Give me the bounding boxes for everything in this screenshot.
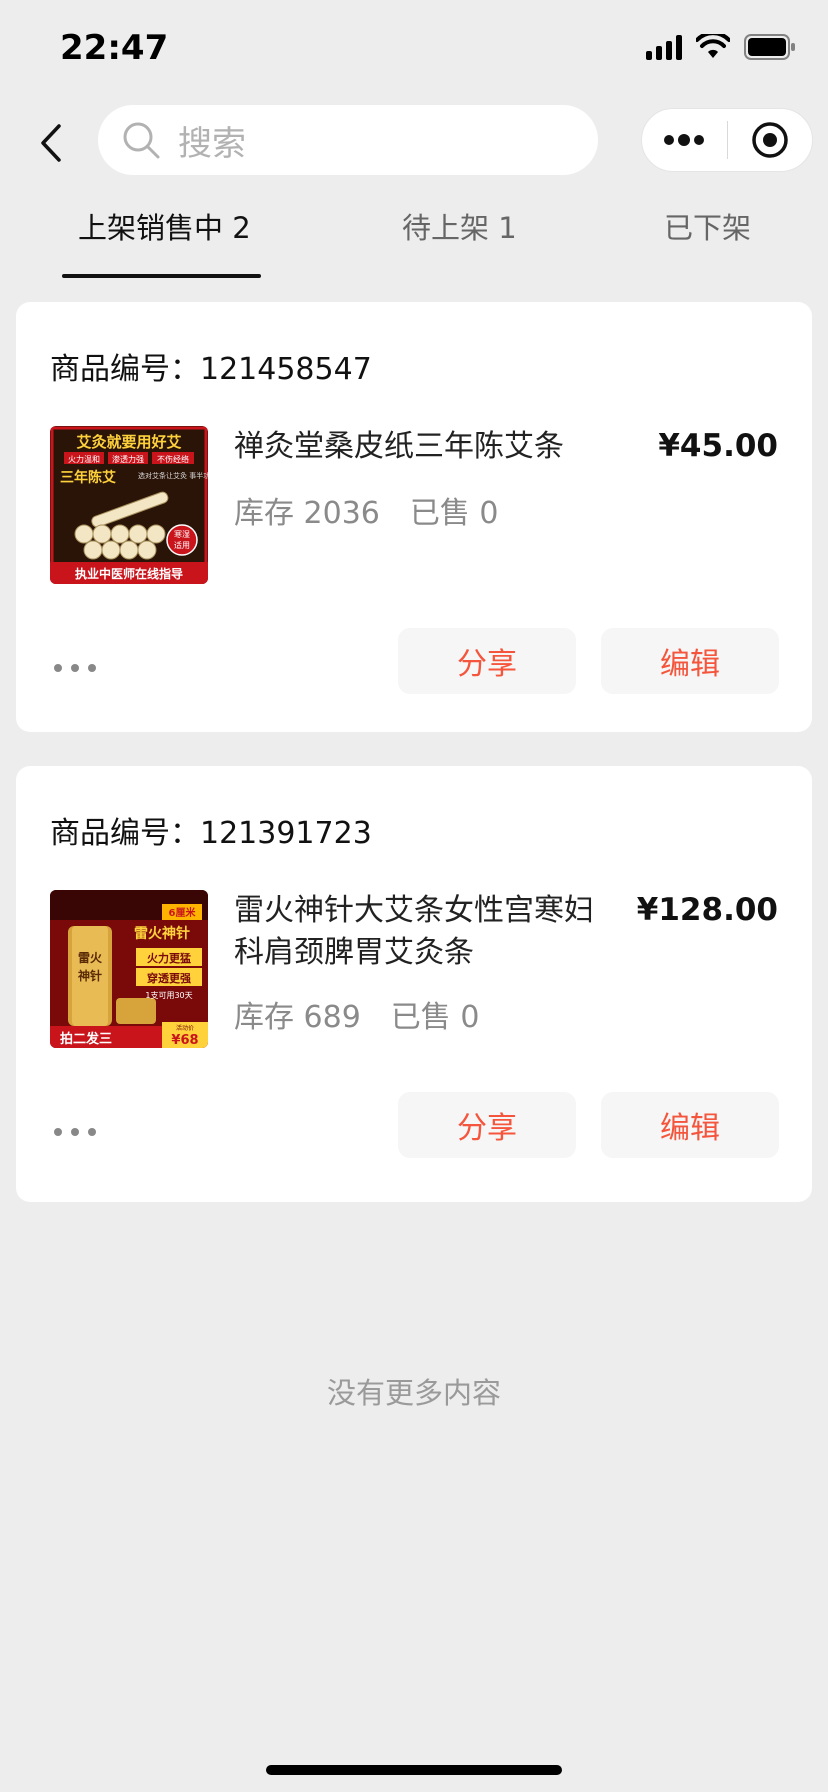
product-price: ¥45.00 (658, 428, 778, 464)
svg-text:寒湿: 寒湿 (174, 529, 190, 539)
edit-button[interactable]: 编辑 (601, 1092, 779, 1158)
cellular-signal-icon (646, 34, 682, 60)
product-id: 商品编号：121391723 (50, 816, 372, 851)
product-image: 6厘米 雷火 神针 雷火神针 火力更猛 穿透更强 1支可用30天 拍二发三 活动… (50, 890, 208, 1048)
svg-text:三年陈艾: 三年陈艾 (60, 469, 116, 486)
page: 22:47 搜索 上架销售中 2 待上架 1 已下架 商品编号：12145854… (0, 0, 828, 1792)
svg-text:¥68: ¥68 (171, 1033, 198, 1048)
active-tab-indicator (62, 274, 261, 278)
chevron-left-icon (41, 124, 61, 162)
product-id: 商品编号：121458547 (50, 352, 372, 387)
home-indicator (266, 1765, 562, 1775)
close-mini-program-button[interactable] (728, 108, 813, 172)
product-stats: 库存 2036 已售 0 (234, 488, 499, 532)
status-bar: 22:47 (0, 0, 828, 100)
stock-count: 库存 2036 (234, 496, 380, 531)
svg-text:渗透力强: 渗透力强 (112, 454, 144, 464)
battery-icon (744, 34, 795, 60)
tab-pending[interactable]: 待上架 1 (402, 205, 517, 247)
no-more-content-text: 没有更多内容 (326, 1376, 501, 1410)
nav-bar: 搜索 (0, 100, 828, 188)
svg-text:活动价: 活动价 (176, 1024, 194, 1032)
share-button[interactable]: 分享 (398, 628, 576, 694)
mini-program-capsule (641, 108, 813, 172)
product-image: 艾灸就要用好艾 火力温和 渗透力强 不伤经络 三年陈艾 选对艾条让艾灸 事半功倍… (50, 426, 208, 584)
product-price: ¥128.00 (636, 892, 778, 928)
search-placeholder: 搜索 (178, 123, 246, 164)
svg-text:拍二发三: 拍二发三 (60, 1031, 112, 1047)
back-button[interactable] (26, 118, 76, 168)
wifi-icon (696, 34, 730, 58)
svg-text:火力温和: 火力温和 (68, 454, 100, 464)
product-card: 商品编号：121458547 艾灸就要用好艾 火力温和 渗透力强 不伤经络 三年… (16, 302, 812, 732)
svg-text:火力更猛: 火力更猛 (147, 951, 191, 965)
svg-text:雷火神针: 雷火神针 (134, 925, 190, 942)
product-thumbnail[interactable]: 艾灸就要用好艾 火力温和 渗透力强 不伤经络 三年陈艾 选对艾条让艾灸 事半功倍… (50, 426, 208, 584)
share-button[interactable]: 分享 (398, 1092, 576, 1158)
svg-text:不伤经络: 不伤经络 (157, 454, 189, 464)
svg-text:选对艾条让艾灸 事半功倍: 选对艾条让艾灸 事半功倍 (138, 471, 208, 480)
more-menu-button[interactable] (642, 108, 727, 172)
edit-button[interactable]: 编辑 (601, 628, 779, 694)
more-options-button[interactable] (54, 1128, 96, 1136)
search-icon (123, 122, 160, 159)
search-input[interactable]: 搜索 (98, 105, 598, 175)
product-stats: 库存 689 已售 0 (234, 992, 479, 1036)
sold-count: 已售 0 (390, 1000, 480, 1035)
product-thumbnail[interactable]: 6厘米 雷火 神针 雷火神针 火力更猛 穿透更强 1支可用30天 拍二发三 活动… (50, 890, 208, 1048)
product-title[interactable]: 禅灸堂桑皮纸三年陈艾条 (234, 426, 604, 468)
status-tabs: 上架销售中 2 待上架 1 已下架 (0, 190, 828, 280)
svg-text:适用: 适用 (174, 540, 190, 550)
product-card: 商品编号：121391723 6厘米 雷火 神针 雷火神针 火力更猛 穿透更强 … (16, 766, 812, 1202)
svg-text:雷火: 雷火 (78, 951, 103, 965)
more-dots-icon (664, 134, 705, 146)
svg-text:艾灸就要用好艾: 艾灸就要用好艾 (76, 433, 181, 451)
status-time: 22:47 (60, 28, 169, 68)
svg-text:神针: 神针 (78, 968, 102, 983)
stock-count: 库存 689 (234, 1000, 361, 1035)
tab-off-shelf[interactable]: 已下架 (664, 205, 751, 247)
target-icon (752, 122, 788, 158)
product-title[interactable]: 雷火神针大艾条女性宫寒妇科肩颈脾胃艾灸条 (234, 890, 604, 974)
svg-text:1支可用30天: 1支可用30天 (145, 990, 192, 1000)
svg-text:6厘米: 6厘米 (169, 906, 197, 919)
svg-text:穿透更强: 穿透更强 (147, 971, 191, 985)
status-icons (646, 34, 796, 60)
svg-text:执业中医师在线指导: 执业中医师在线指导 (75, 566, 183, 581)
tab-on-sale[interactable]: 上架销售中 2 (78, 205, 251, 247)
more-options-button[interactable] (54, 664, 96, 672)
sold-count: 已售 0 (409, 496, 499, 531)
